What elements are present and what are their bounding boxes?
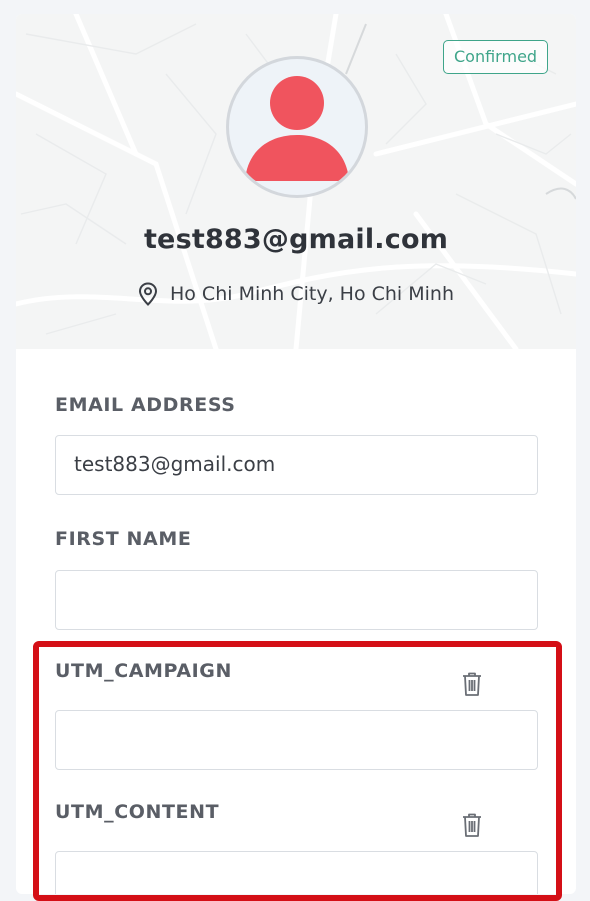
- status-badge: Confirmed: [443, 40, 549, 74]
- utm-content-field[interactable]: [55, 851, 538, 894]
- trash-icon[interactable]: [461, 812, 483, 838]
- utm-campaign-label: UTM_CAMPAIGN: [55, 660, 233, 682]
- location-text: Ho Chi Minh City, Ho Chi Minh: [169, 283, 455, 305]
- email-address-label: EMAIL ADDRESS: [55, 394, 236, 416]
- utm-content-label: UTM_CONTENT: [55, 801, 220, 823]
- profile-header: Confirmed test883@gmail.com Ho Chi Minh …: [16, 14, 576, 349]
- trash-icon[interactable]: [461, 671, 483, 697]
- first-name-label: FIRST NAME: [55, 528, 192, 550]
- first-name-field[interactable]: [55, 570, 538, 630]
- user-silhouette-icon: [245, 76, 349, 181]
- email-field[interactable]: test883@gmail.com: [55, 435, 538, 495]
- contact-email-title: test883@gmail.com: [143, 224, 449, 255]
- avatar: [226, 56, 368, 198]
- contact-location: Ho Chi Minh City, Ho Chi Minh: [16, 282, 576, 306]
- map-pin-icon: [138, 282, 157, 306]
- contact-card: Confirmed test883@gmail.com Ho Chi Minh …: [16, 14, 576, 894]
- utm-campaign-field[interactable]: [55, 710, 538, 770]
